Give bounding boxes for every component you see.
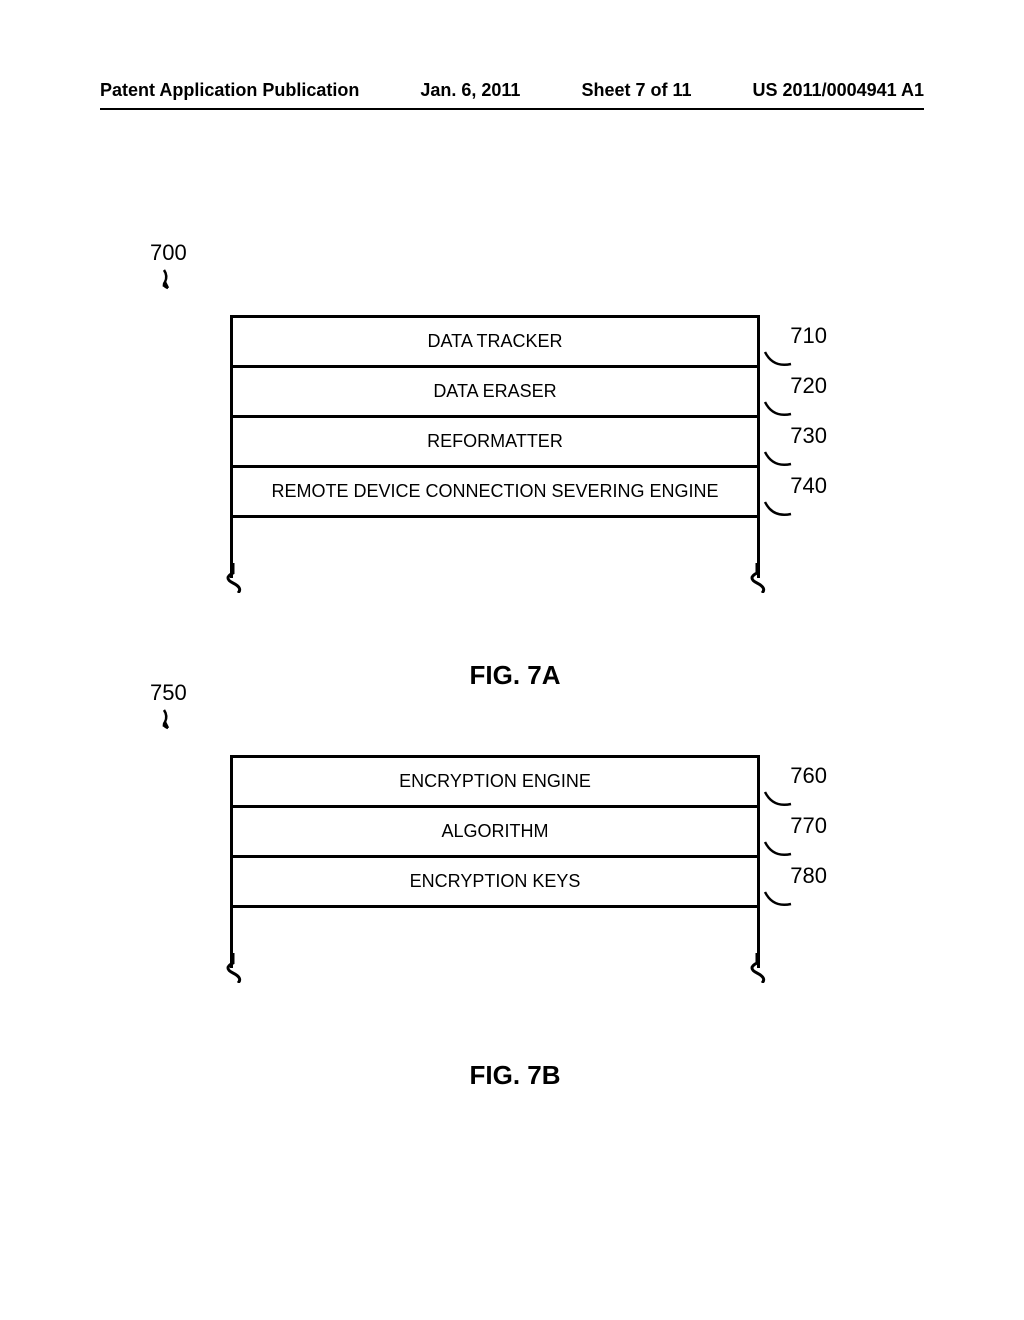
figure-7b-stack: ENCRYPTION ENGINE 760 ALGORITHM 770 ENCR… <box>230 755 760 968</box>
figure-7b-caption: FIG. 7B <box>469 1060 560 1091</box>
publication-date: Jan. 6, 2011 <box>420 80 520 101</box>
box-label: ALGORITHM <box>441 821 548 842</box>
ref-770: 770 <box>790 813 827 839</box>
leader-swoop-icon <box>763 890 795 910</box>
remote-device-box: REMOTE DEVICE CONNECTION SEVERING ENGINE… <box>233 468 757 518</box>
leader-swoop-icon <box>763 350 795 370</box>
box-label: REFORMATTER <box>427 431 563 452</box>
box-label: DATA TRACKER <box>427 331 562 352</box>
leader-swoop-icon <box>763 400 795 420</box>
figure-7a-caption: FIG. 7A <box>469 660 560 691</box>
ref-730: 730 <box>790 423 827 449</box>
empty-continuation-box <box>233 518 757 578</box>
box-label: ENCRYPTION ENGINE <box>399 771 591 792</box>
data-tracker-box: DATA TRACKER 710 <box>233 318 757 368</box>
break-squiggle-icon <box>732 953 772 983</box>
algorithm-box: ALGORITHM 770 <box>233 808 757 858</box>
sheet-number: Sheet 7 of 11 <box>581 80 691 101</box>
publication-type: Patent Application Publication <box>100 80 359 101</box>
break-squiggle-icon <box>218 953 258 983</box>
box-label: REMOTE DEVICE CONNECTION SEVERING ENGINE <box>271 481 718 502</box>
reformatter-box: REFORMATTER 730 <box>233 418 757 468</box>
leader-swoop-icon <box>763 790 795 810</box>
leader-swoop-icon <box>763 840 795 860</box>
leader-swoop-icon <box>763 450 795 470</box>
ref-number-750: 750 <box>150 680 187 706</box>
encryption-keys-box: ENCRYPTION KEYS 780 <box>233 858 757 908</box>
data-eraser-box: DATA ERASER 720 <box>233 368 757 418</box>
squiggle-arrow-icon <box>160 708 184 732</box>
break-squiggle-icon <box>732 563 772 593</box>
ref-710: 710 <box>790 323 827 349</box>
header-divider <box>100 108 924 110</box>
ref-740: 740 <box>790 473 827 499</box>
ref-760: 760 <box>790 763 827 789</box>
ref-720: 720 <box>790 373 827 399</box>
squiggle-arrow-icon <box>160 268 184 292</box>
encryption-engine-box: ENCRYPTION ENGINE 760 <box>233 758 757 808</box>
patent-header: Patent Application Publication Jan. 6, 2… <box>100 80 924 101</box>
ref-number-700: 700 <box>150 240 187 266</box>
box-label: DATA ERASER <box>433 381 556 402</box>
empty-continuation-box <box>233 908 757 968</box>
ref-780: 780 <box>790 863 827 889</box>
leader-swoop-icon <box>763 500 795 520</box>
box-label: ENCRYPTION KEYS <box>410 871 581 892</box>
patent-number: US 2011/0004941 A1 <box>753 80 924 101</box>
figure-7a-stack: DATA TRACKER 710 DATA ERASER 720 REFORMA… <box>230 315 760 578</box>
break-squiggle-icon <box>218 563 258 593</box>
